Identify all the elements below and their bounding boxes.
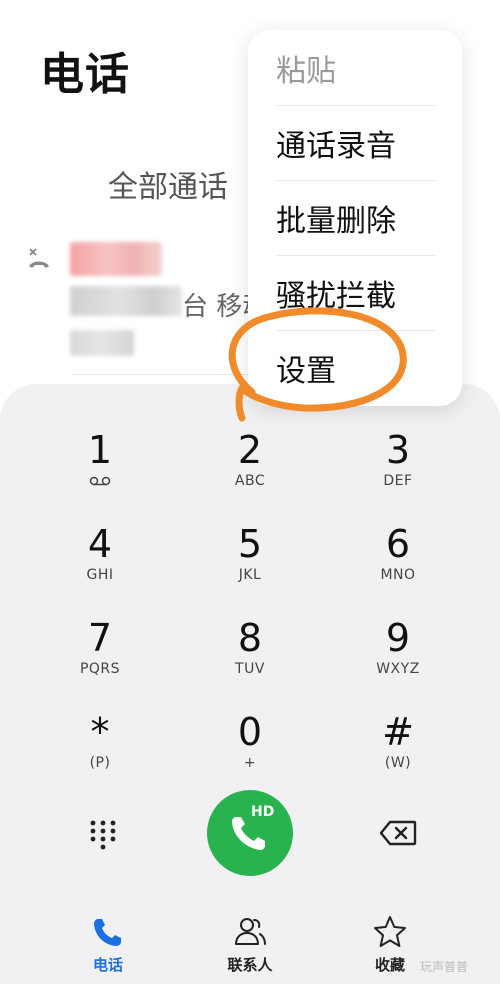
key-digit: 7 [87,616,113,660]
nav-label: 收藏 [374,956,405,974]
key-letters: DEF [383,473,413,489]
phone-icon [94,919,121,946]
key-letters: GHI [86,567,114,583]
key-letters: (P) [89,755,111,771]
key-digit: 5 [237,522,263,566]
key-9[interactable]: 9 WXYZ [338,616,458,700]
backspace-icon [379,820,417,846]
key-digit: 4 [87,522,113,566]
menu-item-spam-block[interactable]: 骚扰拦截 [248,255,462,330]
nav-item-phone[interactable]: 电话 [58,914,158,978]
key-letters: JKL [238,567,262,583]
menu-item-settings[interactable]: 设置 [248,330,462,405]
phone-number-redacted [70,286,182,316]
key-digit: 3 [385,428,411,472]
key-5[interactable]: 5 JKL [190,522,310,606]
hd-badge: HD [251,804,275,820]
key-letters: (W) [384,755,412,771]
key-digit: 8 [237,616,263,660]
key-4[interactable]: 4 GHI [40,522,160,606]
key-letters: + [243,755,257,771]
key-6[interactable]: 6 MNO [338,522,458,606]
key-letters: MNO [380,567,416,583]
key-digit: 2 [237,428,263,472]
contact-name-redacted [70,242,162,276]
key-1[interactable]: 1 [40,428,160,512]
key-letters: TUV [235,661,265,677]
key-digit: 6 [385,522,411,566]
key-3[interactable]: 3 DEF [338,428,458,512]
menu-item-batch-delete[interactable]: 批量删除 [248,180,462,255]
key-digit: 1 [87,428,113,472]
key-letters: PQRS [79,661,121,677]
key-digit: 9 [385,616,411,660]
key-0[interactable]: 0 + [190,710,310,794]
nav-label: 联系人 [227,956,273,974]
key-letters: ABC [234,473,266,489]
key-digit: # [382,710,414,754]
key-hash[interactable]: # (W) [338,710,458,794]
key-star[interactable]: * (P) [40,710,160,794]
nav-item-contacts[interactable]: 联系人 [200,914,300,978]
overflow-menu: 粘贴 通话录音 批量删除 骚扰拦截 设置 [248,30,462,406]
tab-all-calls[interactable]: 全部通话 [108,162,228,206]
nav-label: 电话 [92,956,123,974]
watermark: 玩声普普 [420,960,469,974]
key-digit: 0 [237,710,263,754]
key-letters: WXYZ [376,661,420,677]
key-8[interactable]: 8 TUV [190,616,310,700]
key-digit: * [90,710,110,754]
backspace-button[interactable] [373,812,423,854]
contacts-icon [235,918,266,945]
menu-item-call-recording[interactable]: 通话录音 [248,105,462,180]
page-title: 电话 [40,49,130,100]
menu-item-paste[interactable]: 粘贴 [248,30,462,105]
missed-call-icon [29,248,49,268]
call-time-redacted [70,330,134,356]
star-icon [374,916,406,947]
dialpad-toggle-button[interactable] [78,810,128,860]
call-button[interactable]: HD [207,790,293,876]
voicemail-icon [89,476,111,486]
key-2[interactable]: 2 ABC [190,428,310,512]
key-7[interactable]: 7 PQRS [40,616,160,700]
dialpad-grid-icon [90,820,116,850]
